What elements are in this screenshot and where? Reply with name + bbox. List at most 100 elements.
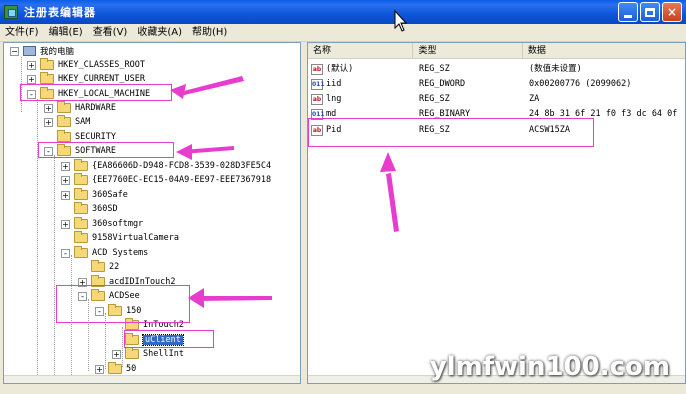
tree-line <box>54 155 55 383</box>
tree-node-guid-1[interactable]: + {EA86606D-D948-FCD8-3539-028D3FE5C4 <box>61 159 271 173</box>
expand-icon[interactable]: + <box>112 349 121 359</box>
value-type: REG_SZ <box>419 94 450 104</box>
string-value-icon: ab <box>311 94 323 105</box>
folder-icon <box>74 202 88 214</box>
tree-node-label: 360softmgr <box>92 219 144 229</box>
tree-node-label: 22 <box>109 262 120 272</box>
tree-node-label: 360Safe <box>92 190 128 200</box>
tree-node-label: HKEY_CLASSES_ROOT <box>58 60 145 70</box>
value-name: lng <box>326 94 342 104</box>
folder-icon <box>108 362 122 374</box>
menu-view[interactable]: 查看(V) <box>88 25 133 41</box>
folder-icon <box>74 188 88 200</box>
tree-node-360softmgr[interactable]: + 360softmgr <box>61 217 143 231</box>
column-header-name[interactable]: 名称 <box>308 43 414 59</box>
value-name: iid <box>326 79 342 89</box>
values-list-pane[interactable]: 名称 类型 数据 ab (默认) REG_SZ (数值未设置) 011 iid … <box>307 42 686 384</box>
expand-icon[interactable]: + <box>27 74 36 84</box>
tree-node-label: {EA86606D-D948-FCD8-3539-028D3FE5C4 <box>92 161 272 171</box>
menu-file[interactable]: 文件(F) <box>0 25 44 41</box>
folder-icon <box>40 58 54 70</box>
maximize-icon <box>645 7 655 17</box>
column-header-type[interactable]: 类型 <box>413 43 523 59</box>
folder-icon <box>57 101 71 113</box>
tree-horizontal-scrollbar[interactable] <box>4 375 300 383</box>
title-bar: 注册表编辑器 × <box>0 0 686 24</box>
binary-value-icon: 011 <box>311 79 325 90</box>
tree-node-22[interactable]: 22 <box>91 260 119 274</box>
tree-node-label: 我的电脑 <box>40 47 75 57</box>
highlight-hklm <box>20 84 172 101</box>
tree-node-label: HKEY_CURRENT_USER <box>58 74 145 84</box>
highlight-pid-row <box>308 118 594 147</box>
highlight-acdsee <box>56 285 190 323</box>
folder-icon <box>74 217 88 229</box>
menu-bar: 文件(F) 编辑(E) 查看(V) 收藏夹(A) 帮助(H) <box>0 24 686 42</box>
expand-icon[interactable]: + <box>27 60 36 70</box>
expand-icon[interactable]: + <box>44 117 53 127</box>
list-header: 名称 类型 数据 <box>308 43 685 59</box>
value-type: REG_SZ <box>419 64 450 74</box>
tree-node-label: ShellInt <box>143 349 184 359</box>
tree-node-50[interactable]: + 50 <box>95 362 136 376</box>
tree-node-label: 50 <box>126 364 137 374</box>
menu-help[interactable]: 帮助(H) <box>187 25 232 41</box>
computer-icon <box>23 46 36 56</box>
highlight-uclient <box>124 330 214 348</box>
value-data: (数值未设置) <box>529 64 582 74</box>
folder-icon <box>40 72 54 84</box>
tree-node-hardware[interactable]: + HARDWARE <box>44 101 116 115</box>
tree-node-shellint[interactable]: + ShellInt <box>112 347 184 361</box>
expand-icon[interactable]: + <box>61 161 70 171</box>
tree-node-360safe[interactable]: + 360Safe <box>61 188 128 202</box>
expand-icon[interactable]: + <box>95 364 104 374</box>
tree-node-label: 9158VirtualCamera <box>92 233 179 243</box>
tree-node-label: SECURITY <box>75 132 116 142</box>
value-row[interactable]: ab (默认) REG_SZ (数值未设置) <box>308 62 685 77</box>
folder-icon <box>57 115 71 127</box>
folder-icon <box>91 260 105 272</box>
window-bottom-edge <box>0 384 686 394</box>
expand-icon[interactable]: + <box>61 190 70 200</box>
tree-node-label: 360SD <box>92 204 118 214</box>
column-header-data[interactable]: 数据 <box>523 43 685 59</box>
tree-node-360sd[interactable]: 360SD <box>74 202 118 216</box>
value-data: 0x00200776 (2099062) <box>529 79 632 89</box>
tree-node-acd-systems[interactable]: - ACD Systems <box>61 246 148 260</box>
menu-edit[interactable]: 编辑(E) <box>44 25 88 41</box>
close-button[interactable]: × <box>662 2 682 22</box>
folder-open-icon <box>74 246 88 258</box>
minimize-button[interactable] <box>618 2 638 22</box>
window-title: 注册表编辑器 <box>24 6 96 19</box>
value-row[interactable]: 011 iid REG_DWORD 0x00200776 (2099062) <box>308 77 685 92</box>
tree-node-my-computer[interactable]: − 我的电脑 <box>10 44 74 58</box>
expand-icon[interactable]: + <box>61 175 70 185</box>
collapse-icon[interactable]: − <box>10 46 19 56</box>
tree-node-label: HARDWARE <box>75 103 116 113</box>
window-controls: × <box>618 2 682 22</box>
expand-icon[interactable]: + <box>61 219 70 229</box>
watermark: ylmfwin100.com <box>429 352 670 382</box>
tree-node-sam[interactable]: + SAM <box>44 115 90 129</box>
value-data: ZA <box>529 94 540 104</box>
value-name: (默认) <box>326 64 354 74</box>
menu-favorites[interactable]: 收藏夹(A) <box>132 25 187 41</box>
tree-node-hkcr[interactable]: + HKEY_CLASSES_ROOT <box>27 58 145 72</box>
value-row[interactable]: ab lng REG_SZ ZA <box>308 92 685 107</box>
tree-node-9158virtualcamera[interactable]: 9158VirtualCamera <box>74 231 179 245</box>
tree-node-label: {EE7760EC-EC15-04A9-EE97-EEE7367918 <box>92 175 272 185</box>
tree-node-label: SAM <box>75 117 91 127</box>
string-value-icon: ab <box>311 64 323 75</box>
folder-icon <box>125 347 139 359</box>
maximize-button[interactable] <box>640 2 660 22</box>
folder-icon <box>57 130 71 142</box>
highlight-software <box>38 142 174 158</box>
tree-node-label: ACD Systems <box>92 248 149 258</box>
folder-icon <box>74 231 88 243</box>
value-type: REG_DWORD <box>419 79 466 89</box>
folder-icon <box>74 173 88 185</box>
folder-icon <box>74 159 88 171</box>
expand-icon[interactable]: + <box>44 103 53 113</box>
collapse-icon[interactable]: - <box>61 248 70 258</box>
tree-node-guid-2[interactable]: + {EE7760EC-EC15-04A9-EE97-EEE7367918 <box>61 173 271 187</box>
